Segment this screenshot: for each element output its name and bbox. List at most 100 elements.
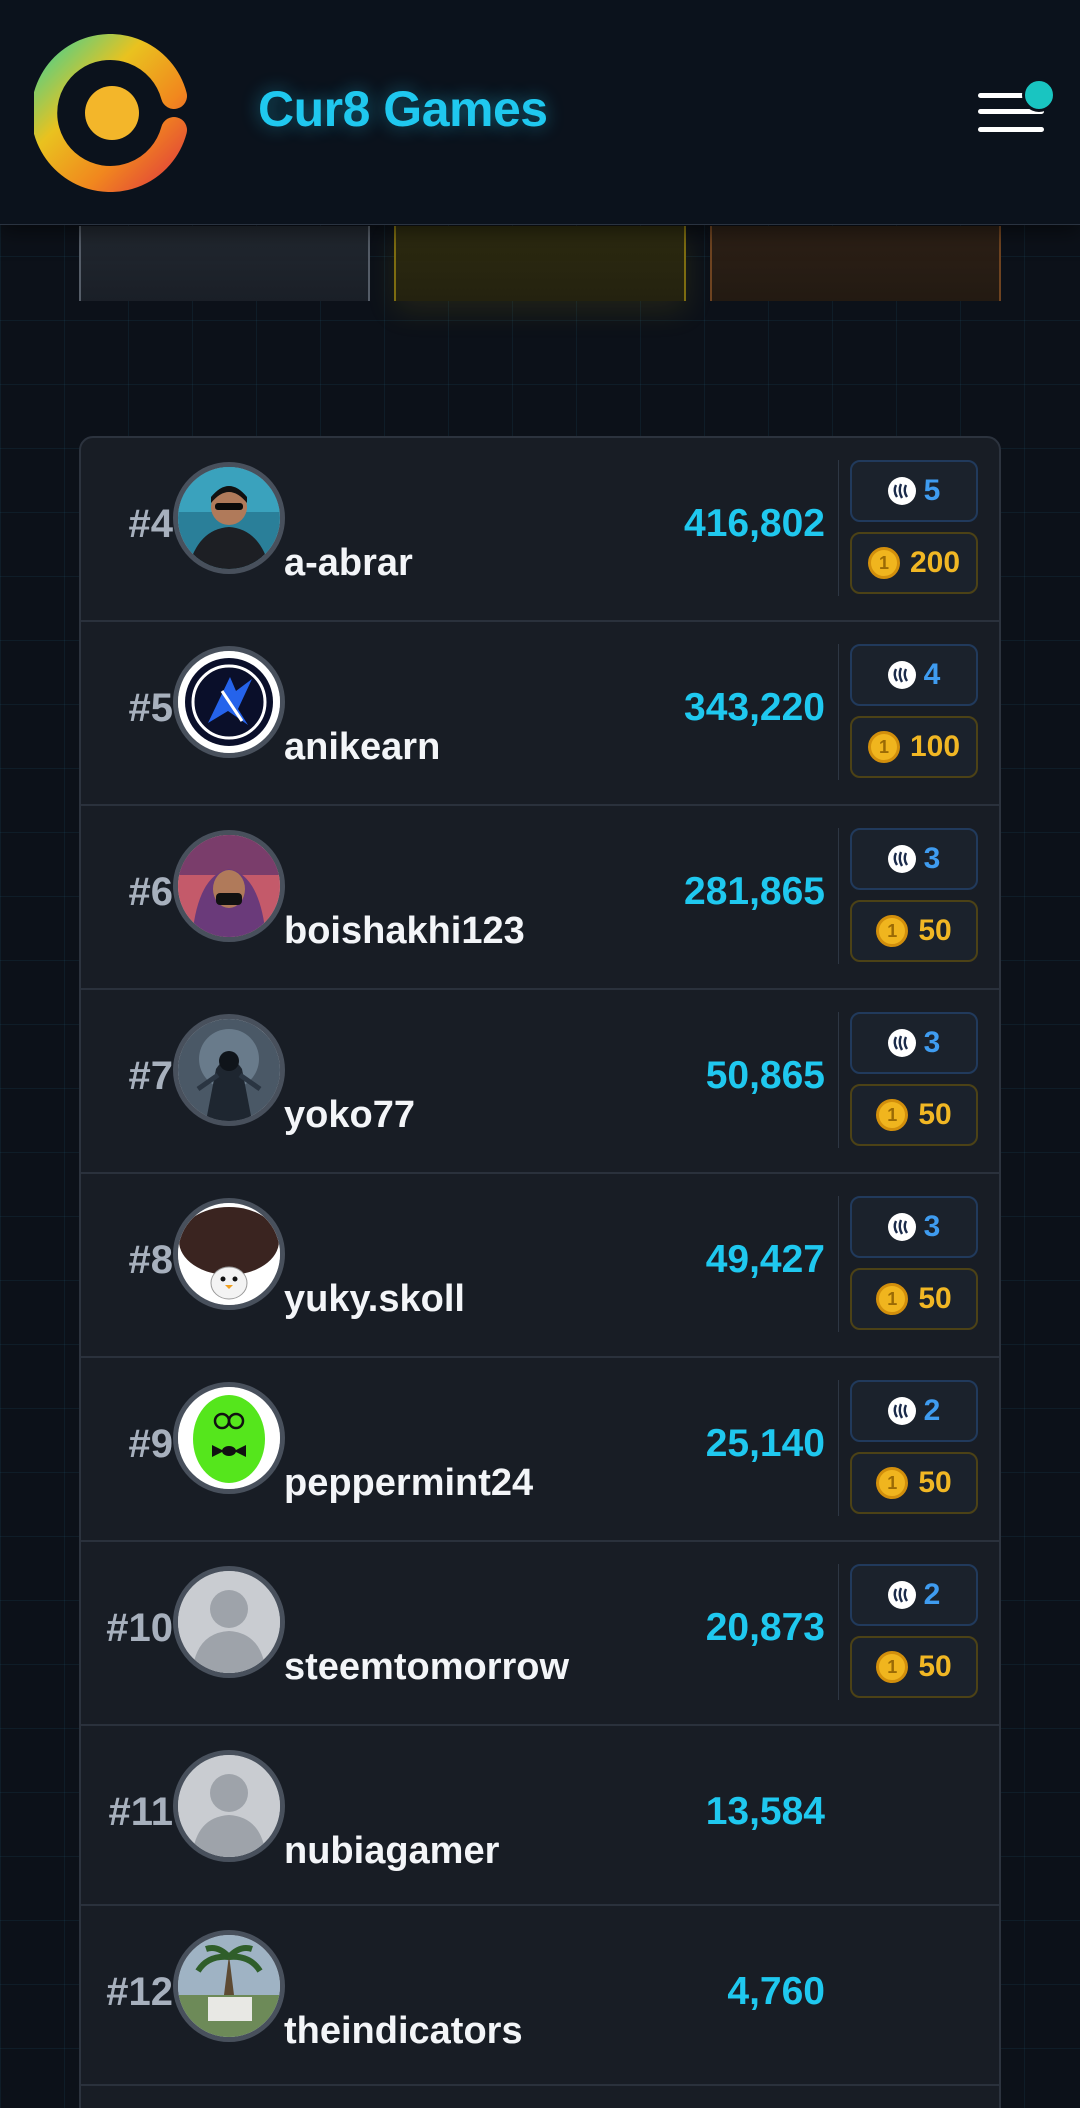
- leaderboard-row[interactable]: #5 anikearn 343,220 4 1 100: [81, 622, 999, 806]
- coin-reward-badge: 1 50: [850, 1636, 978, 1698]
- divider: [838, 1012, 839, 1148]
- score-value: 281,865: [684, 870, 825, 913]
- score-value: 343,220: [684, 686, 825, 729]
- divider: [838, 1564, 839, 1700]
- steem-reward-badge: 4: [850, 644, 978, 706]
- score-value: 25,140: [705, 1422, 825, 1465]
- leaderboard-row[interactable]: #7 yoko77 50,865 3 1 50: [81, 990, 999, 1174]
- rank-label: #12: [106, 1970, 173, 2014]
- coin-reward-badge: 1 50: [850, 1268, 978, 1330]
- divider: [838, 828, 839, 964]
- cur8-logo-icon[interactable]: [31, 34, 188, 192]
- avatar[interactable]: [173, 1014, 285, 1126]
- podium-third-place[interactable]: [710, 226, 1001, 301]
- steem-icon: [887, 477, 916, 505]
- steem-icon: [887, 661, 916, 689]
- steem-icon: [887, 1581, 916, 1609]
- coin-reward-badge: 1 200: [850, 532, 978, 594]
- steem-icon: [887, 1213, 916, 1241]
- score-value: 49,427: [705, 1238, 825, 1281]
- coin-reward-value: 50: [918, 1282, 952, 1315]
- coin-icon: 1: [876, 1651, 909, 1683]
- leaderboard-list: #4 a-abrar 416,802 5 1 200 #5 anikearn 3…: [79, 436, 1001, 2108]
- coin-reward-value: 50: [918, 1466, 952, 1499]
- coin-icon: 1: [867, 731, 900, 763]
- leaderboard-row[interactable]: #10 steemtomorrow 20,873 2 1 50: [81, 1542, 999, 1726]
- steem-reward-value: 5: [923, 474, 941, 507]
- steem-reward-badge: 3: [850, 1196, 978, 1258]
- username[interactable]: theindicators: [284, 2010, 523, 2053]
- rank-label: #10: [106, 1606, 173, 1650]
- username[interactable]: yoko77: [284, 1094, 415, 1137]
- coin-reward-badge: 1 50: [850, 1452, 978, 1514]
- coin-icon: 1: [876, 1467, 909, 1499]
- coin-reward-value: 200: [909, 546, 961, 579]
- username[interactable]: yuky.skoll: [284, 1278, 465, 1321]
- leaderboard-row[interactable]: #9 peppermint24 25,140 2 1 50: [81, 1358, 999, 1542]
- divider: [838, 460, 839, 596]
- leaderboard-row[interactable]: #4 a-abrar 416,802 5 1 200: [81, 438, 999, 622]
- coin-reward-badge: 1 50: [850, 1084, 978, 1146]
- coin-reward-value: 100: [909, 730, 961, 763]
- steem-reward-badge: 3: [850, 828, 978, 890]
- coin-reward-value: 50: [918, 914, 952, 947]
- app-title[interactable]: Cur8 Games: [258, 80, 548, 138]
- leaderboard-row[interactable]: #12 theindicators 4,760: [81, 1906, 999, 2086]
- steem-icon: [887, 845, 916, 873]
- username[interactable]: peppermint24: [284, 1462, 533, 1505]
- coin-icon: 1: [876, 915, 909, 947]
- steem-reward-value: 3: [923, 842, 941, 875]
- steem-reward-value: 3: [923, 1026, 941, 1059]
- username[interactable]: a-abrar: [284, 542, 413, 585]
- steem-icon: [887, 1397, 916, 1425]
- avatar[interactable]: [173, 646, 285, 758]
- username[interactable]: boishakhi123: [284, 910, 525, 953]
- avatar[interactable]: [173, 1566, 285, 1678]
- leaderboard-row[interactable]: #11 nubiagamer 13,584: [81, 1726, 999, 1906]
- steem-reward-badge: 3: [850, 1012, 978, 1074]
- steem-reward-value: 2: [923, 1394, 941, 1427]
- score-value: 4,760: [727, 1970, 825, 2013]
- avatar[interactable]: [173, 462, 285, 574]
- avatar[interactable]: [173, 1198, 285, 1310]
- podium-first-place[interactable]: [394, 226, 686, 301]
- rank-label: #11: [108, 1790, 173, 1834]
- coin-reward-value: 50: [918, 1650, 952, 1683]
- avatar[interactable]: [173, 1750, 285, 1862]
- steem-icon: [887, 1029, 916, 1057]
- leaderboard-row[interactable]: #8 yuky.skoll 49,427 3 1 50: [81, 1174, 999, 1358]
- avatar[interactable]: [173, 1382, 285, 1494]
- score-value: 20,873: [705, 1606, 825, 1649]
- divider: [838, 1196, 839, 1332]
- score-value: 416,802: [684, 502, 825, 545]
- rank-label: #6: [128, 870, 174, 914]
- steem-reward-badge: 2: [850, 1564, 978, 1626]
- rank-label: #9: [128, 1422, 174, 1466]
- podium-top-three: [79, 226, 1001, 301]
- leaderboard-row[interactable]: #6 boishakhi123 281,865 3 1 50: [81, 806, 999, 990]
- steem-reward-value: 2: [923, 1578, 941, 1611]
- coin-reward-badge: 1 50: [850, 900, 978, 962]
- steem-reward-badge: 5: [850, 460, 978, 522]
- steem-reward-value: 3: [923, 1210, 941, 1243]
- coin-icon: 1: [876, 1283, 909, 1315]
- username[interactable]: nubiagamer: [284, 1830, 499, 1873]
- username[interactable]: anikearn: [284, 726, 440, 769]
- score-value: 13,584: [705, 1790, 825, 1833]
- rank-label: #8: [128, 1238, 174, 1282]
- avatar[interactable]: [173, 830, 285, 942]
- notification-dot: [1022, 78, 1056, 112]
- username[interactable]: steemtomorrow: [284, 1646, 569, 1689]
- app-header: Cur8 Games: [0, 0, 1080, 225]
- divider: [838, 644, 839, 780]
- podium-second-place[interactable]: [79, 226, 370, 301]
- divider: [838, 1380, 839, 1516]
- coin-icon: 1: [876, 1099, 909, 1131]
- rank-label: #4: [128, 502, 174, 546]
- rank-label: #5: [128, 686, 174, 730]
- coin-icon: 1: [867, 547, 900, 579]
- coin-reward-value: 50: [918, 1098, 952, 1131]
- score-value: 50,865: [705, 1054, 825, 1097]
- avatar[interactable]: [173, 1930, 285, 2042]
- hamburger-menu-icon[interactable]: [974, 76, 1064, 146]
